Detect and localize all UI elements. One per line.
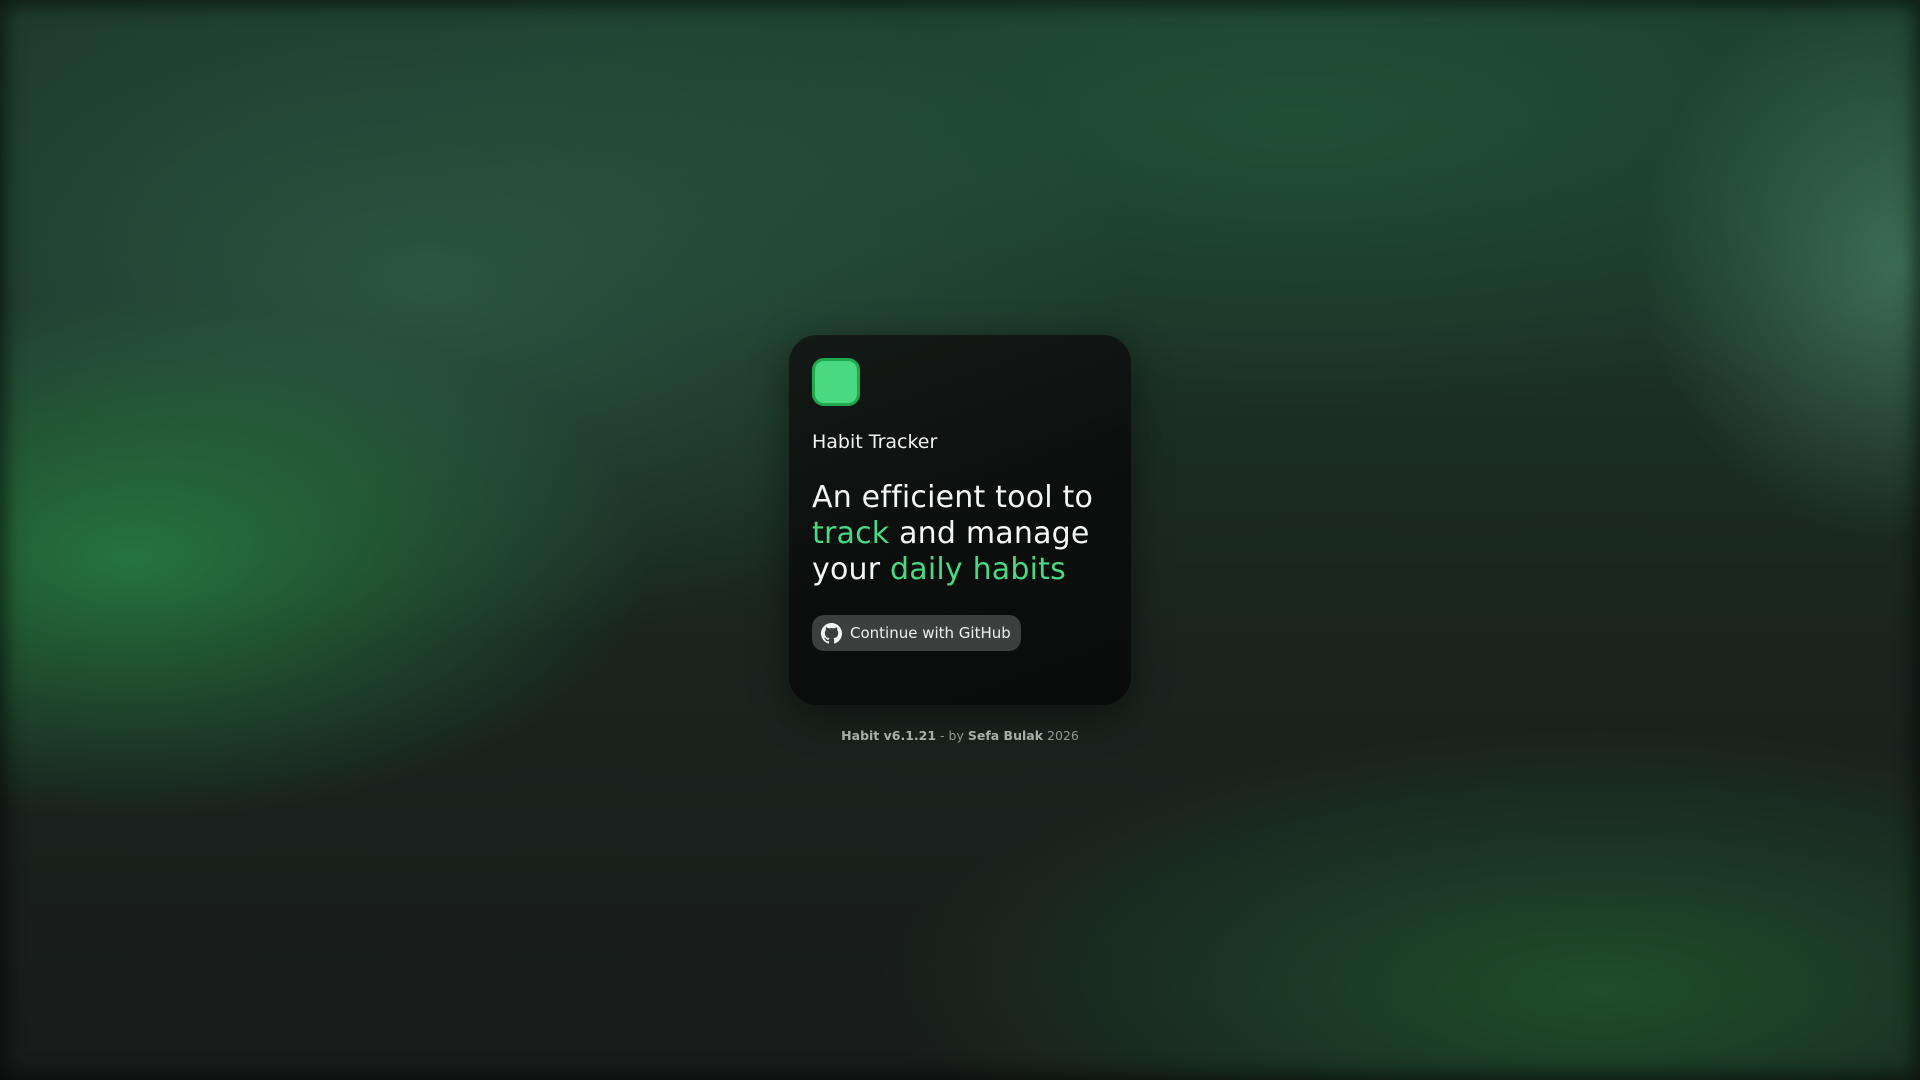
headline: An efficient tool to track and manage yo… — [812, 480, 1108, 588]
app-logo-icon — [812, 358, 860, 406]
headline-highlight-track: track — [812, 516, 890, 551]
headline-highlight-daily-habits: daily habits — [890, 552, 1066, 587]
headline-text-1: An efficient tool to — [812, 480, 1094, 515]
footer-by-text: - by — [936, 728, 968, 743]
github-icon — [821, 622, 842, 644]
footer-year: 2026 — [1043, 728, 1079, 743]
footer: Habit v6.1.21 - by Sefa Bulak 2026 — [0, 728, 1920, 743]
github-button-label: Continue with GitHub — [850, 624, 1011, 642]
app-title: Habit Tracker — [812, 431, 938, 453]
footer-author-link[interactable]: Sefa Bulak — [968, 728, 1043, 743]
login-card: Habit Tracker An efficient tool to track… — [789, 335, 1131, 705]
continue-with-github-button[interactable]: Continue with GitHub — [812, 615, 1021, 651]
footer-version: Habit v6.1.21 — [841, 728, 937, 743]
